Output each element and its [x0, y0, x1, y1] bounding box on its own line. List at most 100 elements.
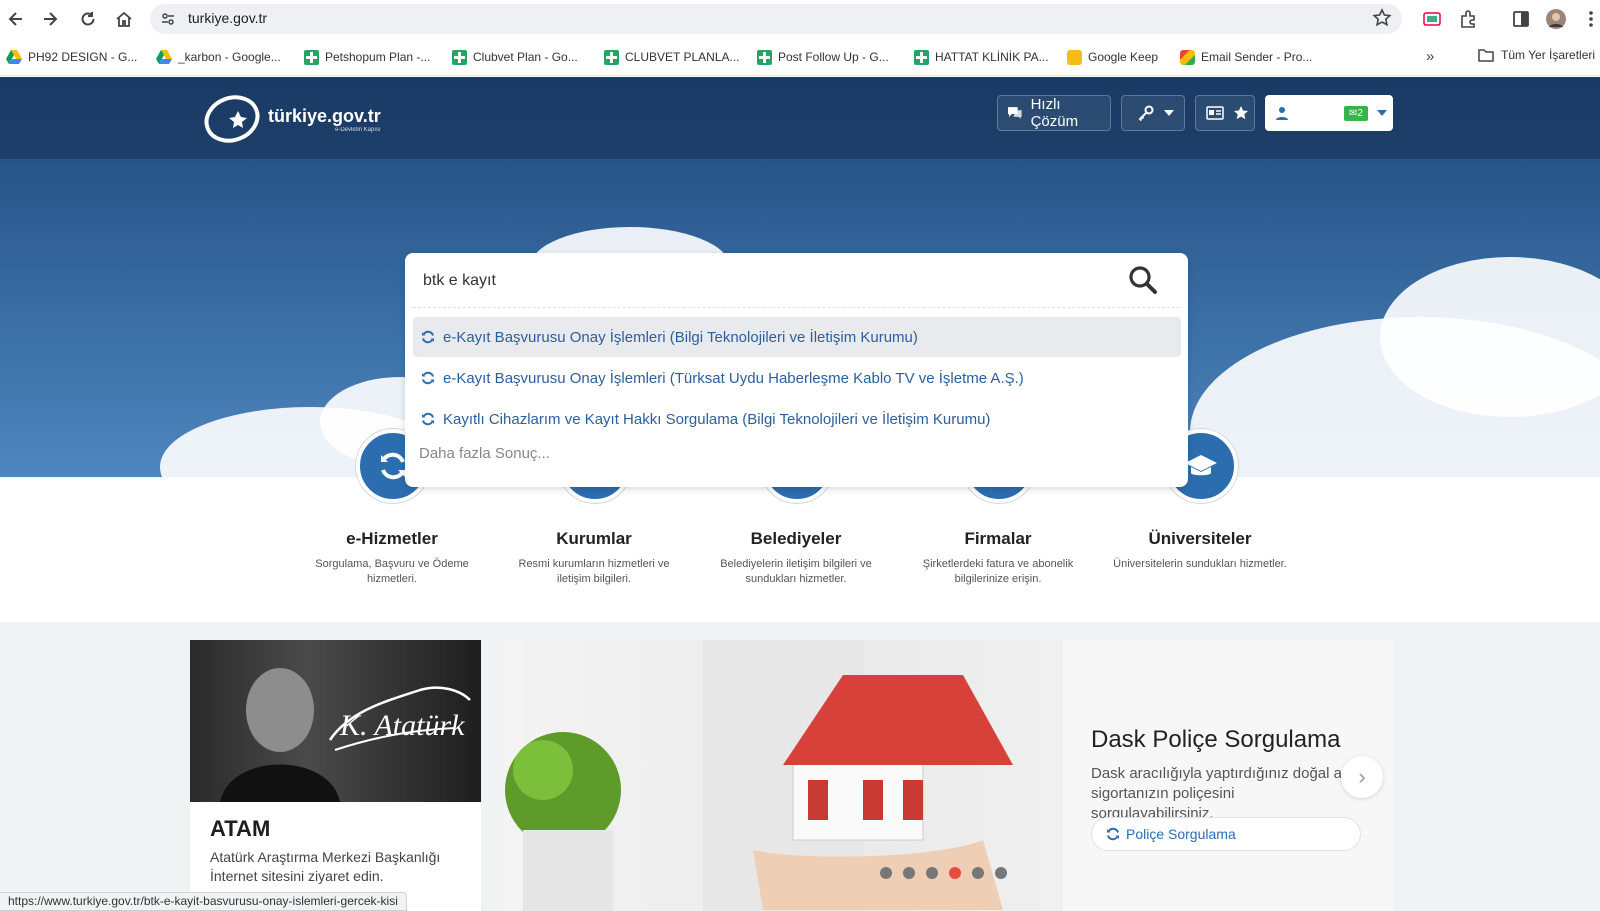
category-title: Firmalar — [964, 529, 1032, 548]
user-account-button[interactable]: ✉2 — [1265, 95, 1393, 131]
id-card-icon[interactable] — [1206, 106, 1224, 120]
atam-card[interactable]: K. Atatürk ATAM Atatürk Araştırma Merkez… — [190, 640, 481, 911]
arrow-right-icon — [44, 12, 58, 26]
sheets-icon — [304, 49, 319, 65]
search-divider — [413, 307, 1180, 308]
chevron-down-icon — [1376, 110, 1387, 116]
atam-title: ATAM — [210, 816, 271, 841]
bookmark-star-icon[interactable] — [1372, 8, 1392, 28]
slider-dot[interactable] — [880, 867, 892, 879]
profile-avatar[interactable] — [1545, 8, 1567, 30]
more-bookmarks-button[interactable]: » — [1426, 48, 1434, 65]
reload-icon — [81, 12, 95, 26]
suggestion-item[interactable]: e-Kayıt Başvurusu Onay İşlemleri (Türksa… — [413, 358, 1181, 398]
suggestion-item[interactable]: Kayıtlı Cihazlarım ve Kayıt Hakkı Sorgul… — [413, 399, 1181, 439]
signature-text: K. Atatürk — [339, 709, 465, 742]
drive-icon — [156, 50, 172, 64]
link-status-bar: https://www.turkiye.gov.tr/btk-e-kayit-b… — [0, 892, 407, 911]
all-bookmarks-folder[interactable]: Tüm Yer İşaretleri — [1478, 48, 1595, 62]
slider-dot[interactable] — [926, 867, 938, 879]
extensions-icon[interactable] — [1457, 8, 1479, 30]
bookmark-label: HATTAT KLİNİK PA... — [935, 50, 1049, 64]
back-button[interactable] — [4, 7, 28, 31]
quick-solution-label: Hızlı Çözüm — [1030, 96, 1079, 130]
sheets-icon — [757, 49, 772, 65]
service-slider: Dask Poliçe Sorgulama Dask aracılığıyla … — [503, 640, 1394, 911]
site-settings-icon[interactable] — [160, 11, 176, 27]
address-bar[interactable]: turkiye.gov.tr — [150, 4, 1402, 34]
bookmark-label: Google Keep — [1088, 50, 1159, 64]
reload-button[interactable] — [76, 7, 100, 31]
mail-badge[interactable]: ✉2 — [1344, 105, 1368, 121]
cast-icon[interactable] — [1421, 8, 1443, 30]
slider-dot-active[interactable] — [949, 867, 961, 879]
bookmarks-bar: PH92 DESIGN - G... _karbon - Google... P… — [0, 38, 1600, 76]
favorites-star-icon[interactable] — [1233, 105, 1249, 121]
search-input[interactable] — [423, 269, 1103, 293]
bookmark-item[interactable]: Clubvet Plan - Go... — [452, 48, 578, 66]
url-text: turkiye.gov.tr — [188, 10, 268, 26]
arrow-left-icon — [8, 12, 22, 26]
slide-title: Dask Poliçe Sorgulama — [1091, 726, 1341, 753]
home-button[interactable] — [112, 7, 136, 31]
bookmark-item[interactable]: Post Follow Up - G... — [757, 48, 889, 66]
bookmark-item[interactable]: PH92 DESIGN - G... — [6, 48, 137, 66]
slider-next-button[interactable]: › — [1341, 756, 1383, 798]
bookmark-item[interactable]: Google Keep — [1067, 48, 1158, 66]
category-desc: Belediyelerin iletişim bilgileri ve sund… — [720, 558, 872, 585]
browser-menu-icon[interactable] — [1580, 8, 1600, 30]
tools-button-group[interactable] — [1195, 95, 1255, 131]
crescent-star-icon — [204, 95, 260, 143]
refresh-icon — [422, 412, 434, 426]
policy-query-button[interactable]: Poliçe Sorgulama — [1091, 817, 1361, 851]
search-icon[interactable] — [1128, 265, 1158, 295]
suggestion-label: Kayıtlı Cihazlarım ve Kayıt Hakkı Sorgul… — [443, 410, 991, 428]
more-results-link[interactable]: Daha fazla Sonuç... — [419, 445, 550, 462]
category-title: Üniversiteler — [1148, 529, 1252, 548]
mail-count: 2 — [1357, 107, 1363, 119]
site-logo[interactable]: türkiye.gov.tr e-Devletin Kapısı — [202, 93, 412, 145]
bookmark-item[interactable]: HATTAT KLİNİK PA... — [914, 48, 1049, 66]
chevron-right-icon: › — [1358, 764, 1366, 789]
slider-dot[interactable] — [903, 867, 915, 879]
logo-tagline: e-Devletin Kapısı — [335, 126, 381, 133]
bookmark-label: Petshopum Plan -... — [325, 50, 431, 64]
slider-dot[interactable] — [995, 867, 1007, 879]
slide-desc: Dask aracılığıyla yaptırdığınız doğal af… — [1091, 765, 1359, 822]
quick-solution-button[interactable]: Hızlı Çözüm — [997, 95, 1111, 131]
chat-icon — [1007, 107, 1022, 119]
atam-desc: Atatürk Araştırma Merkezi Başkanlığı İnt… — [210, 849, 441, 884]
suggestion-item[interactable]: e-Kayıt Başvurusu Onay İşlemleri (Bilgi … — [413, 317, 1181, 357]
home-icon — [116, 11, 132, 27]
bookmark-label: _karbon - Google... — [178, 50, 281, 64]
featured-section: K. Atatürk ATAM Atatürk Araştırma Merkez… — [0, 622, 1600, 911]
side-panel-icon[interactable] — [1510, 8, 1532, 30]
refresh-icon — [1107, 827, 1119, 841]
sheets-icon — [604, 49, 619, 65]
category-desc: Şirketlerdeki fatura ve abonelik bilgile… — [922, 558, 1074, 585]
bookmark-label: Clubvet Plan - Go... — [473, 50, 578, 64]
ataturk-portrait: K. Atatürk — [190, 640, 481, 802]
bookmark-item[interactable]: Email Sender - Pro... — [1180, 48, 1312, 66]
category-desc: Üniversitelerin sundukları hizmetler. — [1113, 558, 1287, 570]
bookmark-item[interactable]: CLUBVET PLANLA... — [604, 48, 740, 66]
login-options-button[interactable] — [1121, 95, 1185, 131]
slider-dot[interactable] — [972, 867, 984, 879]
app-icon — [1180, 49, 1195, 65]
category-title: Kurumlar — [556, 529, 632, 548]
bookmark-label: PH92 DESIGN - G... — [28, 50, 138, 64]
drive-icon — [6, 50, 22, 64]
category-row: e-Hizmetler Sorgulama, Başvuru ve Ödeme … — [0, 429, 1600, 622]
forward-button[interactable] — [38, 7, 62, 31]
site-page: türkiye.gov.tr e-Devletin Kapısı Hızlı Ç… — [0, 77, 1600, 911]
sheets-icon — [914, 49, 929, 65]
policy-query-label: Poliçe Sorgulama — [1126, 826, 1236, 842]
slider-dots — [880, 867, 1007, 879]
user-icon — [1276, 107, 1288, 120]
bookmark-item[interactable]: _karbon - Google... — [156, 48, 281, 66]
logo-text: türkiye.gov.tr — [268, 105, 381, 126]
folder-icon — [1478, 49, 1494, 62]
suggestion-label: e-Kayıt Başvurusu Onay İşlemleri (Bilgi … — [443, 328, 918, 346]
bookmark-item[interactable]: Petshopum Plan -... — [304, 48, 430, 66]
category-title: Belediyeler — [750, 529, 842, 548]
